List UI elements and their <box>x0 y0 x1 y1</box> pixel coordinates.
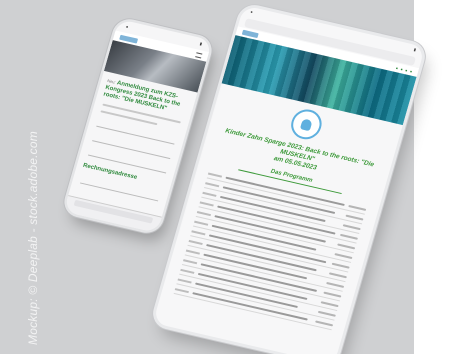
program-row-speaker <box>348 204 367 211</box>
menu-dot-icon: ■ <box>409 68 413 74</box>
program-row-time <box>191 229 206 235</box>
program-row-speaker <box>323 291 342 298</box>
phone-battery-icon: ▮ <box>199 40 203 47</box>
mockup-scene: Mockup: © Deeplab - stock.adobe.com ● ▮ … <box>0 0 452 354</box>
program-row-speaker <box>345 214 364 221</box>
program-row-speaker <box>342 223 361 230</box>
menu-dot-icon: ■ <box>404 67 408 73</box>
phone-heading-lead: Neu: <box>106 78 117 85</box>
program-row-time <box>188 239 203 245</box>
program-row-speaker <box>331 262 350 269</box>
program-row-speaker <box>315 319 334 326</box>
program-row-time <box>180 268 195 274</box>
tooth-icon <box>299 117 313 131</box>
program-row-time <box>174 287 190 293</box>
program-row-speaker <box>340 233 359 240</box>
tablet-clock-icon: ● <box>249 8 254 15</box>
program-row-time <box>199 200 214 207</box>
program-row-speaker <box>334 252 353 259</box>
program-row-time <box>202 191 217 197</box>
program-row-time <box>208 172 223 178</box>
program-row-speaker <box>337 242 356 249</box>
program-row-time <box>177 277 192 284</box>
program-row-time <box>205 181 220 187</box>
program-row-speaker <box>317 310 337 317</box>
program-row-time <box>185 249 201 255</box>
menu-dot-icon: ■ <box>395 65 399 70</box>
program-row-speaker <box>326 281 345 288</box>
phone-clock-icon: ● <box>125 23 130 30</box>
program-row-time <box>194 220 209 226</box>
program-row-speaker <box>328 271 348 278</box>
program-row-time <box>196 210 212 216</box>
program-row-time <box>183 258 198 264</box>
menu-dot-icon: ■ <box>400 66 404 72</box>
hamburger-icon <box>195 51 203 58</box>
tooth-logo <box>287 106 326 143</box>
watermark-credit: Mockup: © Deeplab - stock.adobe.com <box>26 131 40 345</box>
tablet-battery-icon: ▮ <box>413 46 417 53</box>
program-row-speaker <box>320 300 339 307</box>
